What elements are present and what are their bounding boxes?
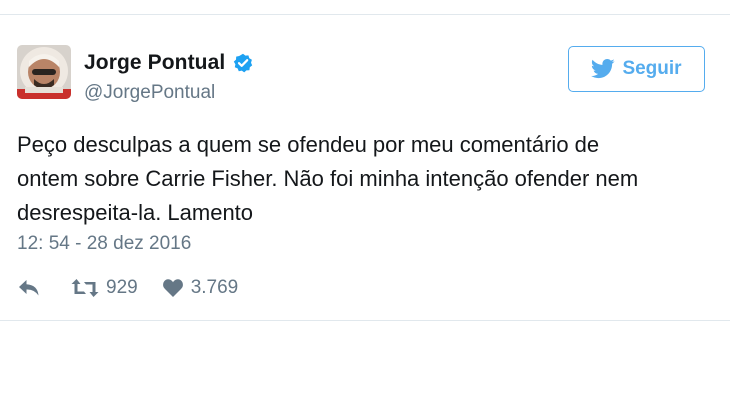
retweet-count: 929 xyxy=(106,277,138,298)
retweet-icon xyxy=(71,279,99,297)
like-button[interactable]: 3.769 xyxy=(162,277,239,299)
author-handle[interactable]: @JorgePontual xyxy=(84,82,215,104)
follow-button[interactable]: Seguir xyxy=(568,46,705,92)
reply-button[interactable] xyxy=(17,278,41,298)
tweet-actions: 929 3.769 xyxy=(17,275,238,301)
heart-icon xyxy=(162,279,183,297)
author-display-name[interactable]: Jorge Pontual xyxy=(84,51,225,75)
tweet-text: Peço desculpas a quem se ofendeu por meu… xyxy=(17,128,717,230)
verified-badge-icon xyxy=(233,53,253,73)
avatar-image xyxy=(17,45,71,99)
reply-icon xyxy=(19,280,39,296)
twitter-bird-icon xyxy=(591,59,616,79)
tweet-text-line: Peço desculpas a quem se ofendeu por meu… xyxy=(17,132,600,157)
like-count: 3.769 xyxy=(190,277,239,298)
tweet-text-line: ontem sobre Carrie Fisher. Não foi minha… xyxy=(17,166,639,191)
author-name-row: Jorge Pontual xyxy=(84,51,253,75)
tweet-text-line: desrespeita-la. Lamento xyxy=(17,200,254,225)
tweet-timestamp[interactable]: 12: 54 - 28 dez 2016 xyxy=(17,233,191,255)
tweet-card: Jorge Pontual @JorgePontual Seguir Peço … xyxy=(0,14,730,321)
avatar[interactable] xyxy=(17,45,71,99)
retweet-button[interactable]: 929 xyxy=(71,277,138,299)
follow-button-label: Seguir xyxy=(622,58,682,79)
